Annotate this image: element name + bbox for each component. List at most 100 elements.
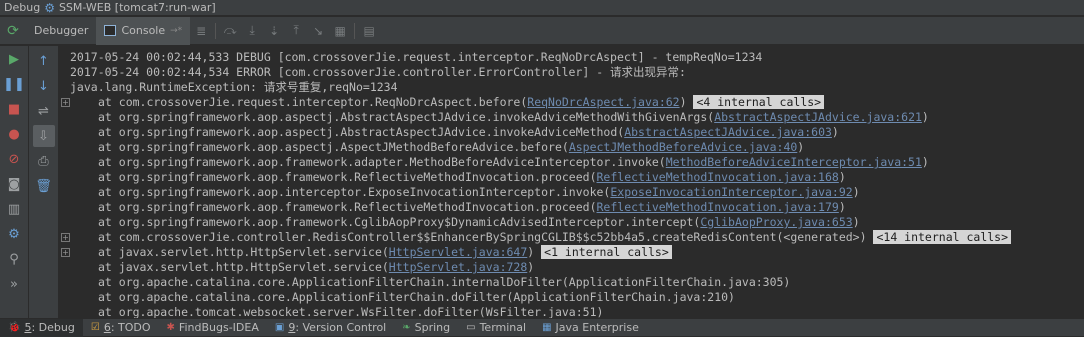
stack-frame-line: at org.springframework.aop.interceptor.E… (98, 185, 860, 200)
fold-expand-icon[interactable]: + (61, 233, 70, 242)
bug-icon: 🐞 (8, 322, 21, 333)
stack-frame-line: at com.crossoverJie.controller.RedisCont… (98, 230, 1012, 245)
source-link[interactable]: MethodBeforeAdviceInterceptor.java:51 (666, 155, 922, 169)
settings-grid-icon[interactable]: ▤ (358, 17, 380, 45)
print-icon[interactable]: ⎙ (33, 150, 55, 172)
down-arrow-icon[interactable]: ↓ (33, 75, 55, 97)
tool-window-spring[interactable]: ❧ Spring (394, 319, 458, 337)
console-side-toolbar: ↑ ↓ ⇌ ⇩ ⎙ 🗑 (29, 46, 59, 322)
up-arrow-icon[interactable]: ↑ (33, 50, 55, 72)
evaluate-expression-icon[interactable]: ▦ (329, 17, 351, 45)
frame-text: at org.springframework.aop.aspectj.Aspec… (98, 140, 569, 154)
frame-text-close: ) (838, 200, 846, 214)
tab-debugger[interactable]: Debugger (26, 17, 96, 45)
source-link[interactable]: ExposeInvocationInterceptor.java:92 (610, 185, 852, 199)
tool-window-java-enterprise[interactable]: ▦ Java Enterprise (534, 319, 647, 337)
frame-text-close: ) (921, 155, 929, 169)
source-link[interactable]: AbstractAspectJAdvice.java:621 (714, 110, 922, 124)
frame-text: at javax.servlet.http.HttpServlet.servic… (98, 245, 389, 259)
tab-debugger-label: Debugger (34, 24, 89, 37)
debug-tab-row: ⟳ Debugger Console →* ≣ ⤼ ⤓ ⇣ ⤒ ↘ ▦ ▤ (0, 16, 1084, 45)
stack-frame-line: at org.apache.catalina.core.ApplicationF… (98, 275, 790, 290)
log-text: java.lang.RuntimeException: 请求号重复,reqNo=… (70, 80, 398, 94)
frame-text: at org.springframework.aop.aspectj.Abstr… (98, 125, 625, 139)
stop-icon[interactable]: ■ (3, 98, 25, 120)
java-ee-icon: ▦ (542, 322, 552, 333)
stack-frame-line: at org.apache.tomcat.websocket.server.Ws… (98, 305, 603, 318)
log-line: 2017-05-24 00:02:44,534 ERROR [com.cross… (70, 65, 686, 80)
frame-text-close: ) (838, 170, 846, 184)
tool-window-debug[interactable]: 🐞 5: Debug (0, 318, 83, 337)
frame-text: at org.springframework.aop.interceptor.E… (98, 185, 611, 199)
vcs-icon: ▣ (274, 322, 285, 333)
step-out-icon[interactable]: ⤒ (285, 17, 307, 45)
frame-text-close: ) (679, 95, 687, 109)
internal-calls-badge[interactable]: <1 internal calls> (541, 245, 672, 259)
force-step-into-icon[interactable]: ⇣ (263, 17, 285, 45)
frame-text: at org.springframework.aop.framework.Ref… (98, 200, 597, 214)
frame-text-close: ) (831, 125, 839, 139)
stack-frame-line: at org.springframework.aop.framework.Ref… (98, 200, 846, 215)
tool-window-findbugs[interactable]: ✱ FindBugs-IDEA (159, 319, 267, 337)
resume-icon[interactable]: ▶ (3, 48, 25, 70)
toolbar-separator (215, 22, 217, 39)
console-icon (104, 25, 117, 36)
frame-text-close: ) (527, 260, 535, 274)
fold-expand-icon[interactable]: + (61, 98, 70, 107)
source-link[interactable]: CglibAopProxy.java:653 (700, 215, 852, 229)
frame-text: at org.apache.tomcat.websocket.server.Ws… (98, 305, 604, 318)
toolbar-separator (354, 22, 356, 39)
tab-console[interactable]: Console →* (96, 16, 191, 45)
tool-window-label: FindBugs-IDEA (178, 321, 259, 334)
mute-breakpoints-icon[interactable]: ⊘ (3, 148, 25, 170)
source-link[interactable]: AbstractAspectJAdvice.java:603 (624, 125, 832, 139)
show-execution-point-icon[interactable]: ≣ (190, 17, 212, 45)
view-breakpoints-icon[interactable]: ● (3, 123, 25, 145)
source-link[interactable]: ReqNoDrcAspect.java:62 (527, 95, 679, 109)
console-output[interactable]: 2017-05-24 00:02:44,533 DEBUG [com.cross… (70, 46, 1084, 318)
tool-window-number: 9: Version Control (288, 321, 387, 334)
log-line: 2017-05-24 00:02:44,533 DEBUG [com.cross… (70, 50, 762, 65)
tab-console-label: Console (121, 24, 166, 37)
clear-all-icon[interactable]: 🗑 (33, 175, 55, 197)
findbugs-icon: ✱ (166, 322, 175, 333)
window-title-bar: Debug ⚙ SSM-WEB [tomcat7:run-war] (0, 0, 1084, 16)
frame-text: at org.springframework.aop.aspectj.Abstr… (98, 110, 715, 124)
gear-icon: ⚙ (44, 0, 55, 15)
pin-tab-icon[interactable]: ⚲ (3, 248, 25, 270)
tool-window-label: Java Enterprise (555, 321, 639, 334)
rerun-icon[interactable]: ⟳ (0, 17, 26, 45)
internal-calls-badge[interactable]: <4 internal calls> (693, 95, 825, 109)
source-link[interactable]: HttpServlet.java:647 (389, 245, 527, 259)
soft-wrap-icon[interactable]: ⇌ (33, 100, 55, 122)
fold-expand-icon[interactable]: + (61, 248, 70, 257)
pause-icon[interactable]: ❚❚ (3, 73, 25, 95)
step-into-icon[interactable]: ⤓ (241, 17, 263, 45)
scroll-to-end-icon[interactable]: ⇩ (32, 125, 55, 147)
source-link[interactable]: AspectJMethodBeforeAdvice.java:40 (569, 140, 797, 154)
frame-text: at org.apache.catalina.core.ApplicationF… (98, 290, 735, 304)
internal-calls-badge[interactable]: <14 internal calls> (873, 230, 1012, 244)
source-link[interactable]: ReflectiveMethodInvocation.java:168 (597, 170, 839, 184)
tool-window-todo[interactable]: ☑ 6: TODO (83, 319, 159, 337)
tool-window-terminal[interactable]: ▭ Terminal (458, 319, 534, 337)
stack-frame-line: at org.springframework.aop.framework.Ref… (98, 170, 846, 185)
run-to-cursor-icon[interactable]: ↘ (307, 17, 329, 45)
stack-frame-line: at javax.servlet.http.HttpServlet.servic… (98, 260, 534, 275)
frame-text: at com.crossoverJie.request.interceptor.… (98, 95, 528, 109)
tool-window-version-control[interactable]: ▣ 9: Version Control (267, 319, 394, 337)
pin-icon: →* (170, 25, 183, 36)
source-link[interactable]: ReflectiveMethodInvocation.java:179 (597, 200, 839, 214)
step-over-icon[interactable]: ⤼ (219, 17, 241, 45)
frame-text-close: ) (797, 140, 805, 154)
log-text: 2017-05-24 00:02:44,534 ERROR [com.cross… (70, 65, 686, 79)
tool-window-bar: 🐞 5: Debug ☑ 6: TODO ✱ FindBugs-IDEA ▣ 9… (0, 318, 1084, 337)
source-link[interactable]: HttpServlet.java:728 (389, 260, 527, 274)
log-line: java.lang.RuntimeException: 请求号重复,reqNo=… (70, 80, 398, 95)
terminal-icon: ▭ (466, 322, 476, 333)
settings-icon[interactable]: ⚙ (3, 223, 25, 245)
layout-icon[interactable]: ▥ (3, 198, 25, 220)
more-icon[interactable]: » (3, 273, 25, 295)
frame-text-close: ) (852, 185, 860, 199)
camera-icon[interactable]: ◙ (3, 173, 25, 195)
